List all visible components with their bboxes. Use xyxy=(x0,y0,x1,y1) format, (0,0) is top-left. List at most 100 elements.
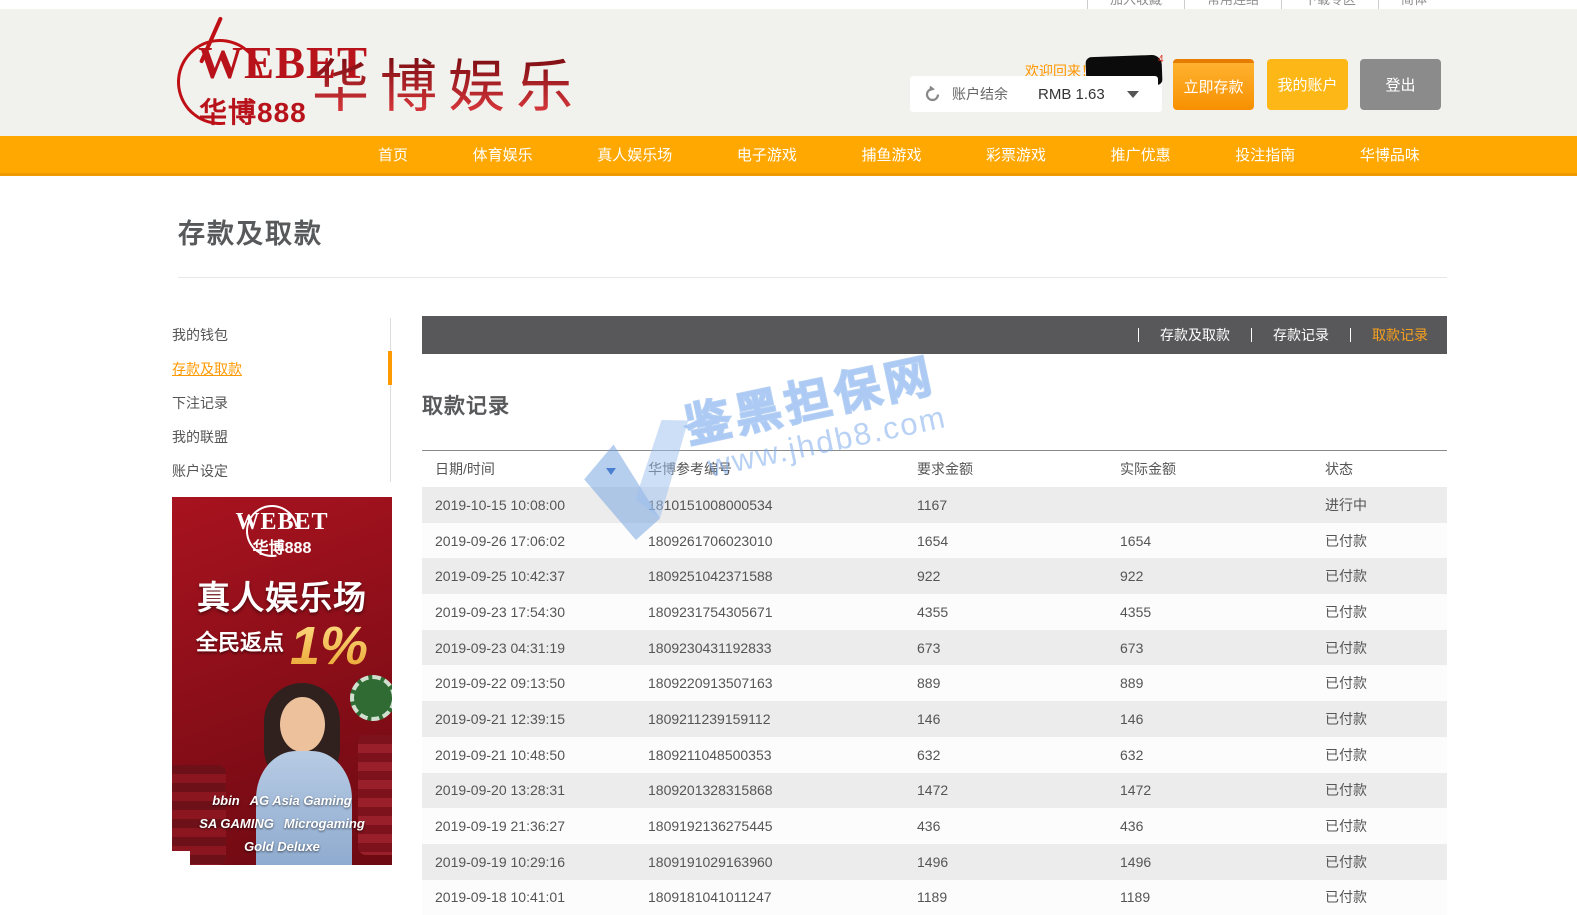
sidebar-item[interactable]: 存款及取款 xyxy=(172,352,388,386)
banner-headline: 真人娱乐场 xyxy=(172,571,392,619)
sidebar-item[interactable]: 我的钱包 xyxy=(172,318,388,352)
chip-green-image xyxy=(350,675,392,721)
nav-item[interactable]: 华博品味 xyxy=(1360,144,1420,165)
table-row: 2019-09-26 17:06:02 1809261706023010 165… xyxy=(422,523,1447,559)
balance-label: 账户结余 xyxy=(952,84,1008,104)
section-title: 取款记录 xyxy=(422,390,510,420)
cell-actual-amount: 1654 xyxy=(1120,533,1325,549)
nav-item[interactable]: 首页 xyxy=(378,144,408,165)
cell-requested-amount: 889 xyxy=(917,675,1120,691)
top-link[interactable]: 加入收藏 xyxy=(1087,0,1184,9)
cell-requested-amount: 146 xyxy=(917,711,1120,727)
cell-datetime: 2019-09-25 10:42:37 xyxy=(435,568,648,584)
account-balance-widget: 账户结余 RMB 1.63 xyxy=(910,76,1158,112)
top-links: 加入收藏常用连结下载专区简体 xyxy=(1087,0,1449,9)
top-link[interactable]: 下载专区 xyxy=(1281,0,1378,9)
records-tab[interactable]: 存款记录 xyxy=(1230,325,1329,345)
table-header-cell: 华博参考编号 xyxy=(648,459,917,479)
cell-datetime: 2019-09-20 13:28:31 xyxy=(435,782,648,798)
cell-reference: 1809181041011247 xyxy=(648,889,917,905)
cell-datetime: 2019-09-19 10:29:16 xyxy=(435,854,648,870)
promo-banner[interactable]: WEBET 华博888 真人娱乐场 全民返点1% bbinAG Asia Gam… xyxy=(172,497,392,865)
cell-actual-amount: 922 xyxy=(1120,568,1325,584)
banner-offer-percent: 1% xyxy=(290,616,368,676)
cell-status: 已付款 xyxy=(1325,780,1447,800)
sidebar-item[interactable]: 我的联盟 xyxy=(172,420,388,454)
cell-requested-amount: 673 xyxy=(917,640,1120,656)
cell-requested-amount: 1654 xyxy=(917,533,1120,549)
page: 加入收藏常用连结下载专区简体 WEBET 华博888 华博娱乐 欢迎回来！ 4 … xyxy=(0,0,1577,915)
cell-reference: 1809220913507163 xyxy=(648,675,917,691)
table-header-cell: 状态 xyxy=(1325,459,1447,479)
cell-reference: 1809192136275445 xyxy=(648,818,917,834)
logout-button[interactable]: 登出 xyxy=(1360,59,1441,110)
table-row: 2019-09-23 04:31:19 1809230431192833 673… xyxy=(422,630,1447,666)
provider-logo: Microgaming xyxy=(284,816,365,831)
my-account-button[interactable]: 我的账户 xyxy=(1267,59,1348,110)
refresh-icon[interactable] xyxy=(924,86,941,103)
nav-item[interactable]: 捕鱼游戏 xyxy=(861,144,921,165)
sidebar-item[interactable]: 账户设定 xyxy=(172,454,388,488)
nav-item[interactable]: 彩票游戏 xyxy=(986,144,1046,165)
banner-logo: WEBET 华博888 xyxy=(172,509,392,558)
nav-item[interactable]: 推广优惠 xyxy=(1111,144,1171,165)
table-row: 2019-09-21 10:48:50 1809211048500353 632… xyxy=(422,737,1447,773)
cell-requested-amount: 1472 xyxy=(917,782,1120,798)
nav-item[interactable]: 真人娱乐场 xyxy=(597,144,672,165)
cell-status: 已付款 xyxy=(1325,566,1447,586)
banner-corner-notch xyxy=(172,851,190,865)
records-tab[interactable]: 存款及取款 xyxy=(1117,325,1230,345)
nav-item[interactable]: 投注指南 xyxy=(1235,144,1295,165)
cell-status: 已付款 xyxy=(1325,887,1447,907)
account-sidebar: 我的钱包存款及取款下注记录我的联盟账户设定 xyxy=(172,318,388,488)
cell-requested-amount: 4355 xyxy=(917,604,1120,620)
cell-reference: 1809191029163960 xyxy=(648,854,917,870)
table-row: 2019-10-15 10:08:00 1810151008000534 116… xyxy=(422,487,1447,523)
table-body: 2019-10-15 10:08:00 1810151008000534 116… xyxy=(422,487,1447,915)
cell-reference: 1810151008000534 xyxy=(648,497,917,513)
deposit-now-button[interactable]: 立即存款 xyxy=(1173,59,1254,110)
cell-status: 已付款 xyxy=(1325,852,1447,872)
cell-datetime: 2019-09-19 21:36:27 xyxy=(435,818,648,834)
cell-datetime: 2019-09-18 10:41:01 xyxy=(435,889,648,905)
sidebar-divider xyxy=(390,318,391,482)
cell-datetime: 2019-09-21 12:39:15 xyxy=(435,711,648,727)
site-logo[interactable]: WEBET 华博888 华博娱乐 xyxy=(0,9,600,136)
cell-reference: 1809211239159112 xyxy=(648,711,917,727)
logo-brand-subtext: 华博888 xyxy=(199,91,307,131)
cell-status: 已付款 xyxy=(1325,638,1447,658)
site-header: WEBET 华博888 华博娱乐 欢迎回来！ 4 账户结余 RMB 1.63 立… xyxy=(0,9,1577,136)
table-header-cell: 日期/时间 xyxy=(435,459,648,479)
top-link[interactable]: 常用连结 xyxy=(1184,0,1281,9)
sidebar-item[interactable]: 下注记录 xyxy=(172,386,388,420)
table-row: 2019-09-20 13:28:31 1809201328315868 147… xyxy=(422,773,1447,809)
table-row: 2019-09-22 09:13:50 1809220913507163 889… xyxy=(422,665,1447,701)
cell-datetime: 2019-10-15 10:08:00 xyxy=(435,497,648,513)
top-utility-bar: 加入收藏常用连结下载专区简体 xyxy=(0,0,1577,9)
banner-provider-logos: bbinAG Asia GamingSA GAMINGMicrogamingGo… xyxy=(176,793,388,854)
table-row: 2019-09-18 10:41:01 1809181041011247 118… xyxy=(422,880,1447,915)
table-header-cell: 实际金额 xyxy=(1120,459,1325,479)
cell-actual-amount: 632 xyxy=(1120,747,1325,763)
table-row: 2019-09-19 10:29:16 1809191029163960 149… xyxy=(422,844,1447,880)
table-header-cell: 要求金额 xyxy=(917,459,1120,479)
records-tab[interactable]: 取款记录 xyxy=(1329,325,1428,345)
main-nav: 首页 体育娱乐 真人娱乐场 电子游戏 捕鱼游戏 彩票游戏 推广优惠 投注指南 华博品味 xyxy=(0,136,1577,176)
table-row: 2019-09-23 17:54:30 1809231754305671 435… xyxy=(422,594,1447,630)
cell-status: 已付款 xyxy=(1325,709,1447,729)
sort-descending-icon[interactable] xyxy=(606,468,616,475)
cell-requested-amount: 436 xyxy=(917,818,1120,834)
provider-logo: AG Asia Gaming xyxy=(250,793,352,808)
table-row: 2019-09-25 10:42:37 1809251042371588 922… xyxy=(422,558,1447,594)
top-link[interactable]: 简体 xyxy=(1378,0,1449,9)
nav-item[interactable]: 体育娱乐 xyxy=(473,144,533,165)
chevron-down-icon[interactable] xyxy=(1127,91,1139,98)
cell-requested-amount: 632 xyxy=(917,747,1120,763)
watermark-text: 鉴黑担保网 xyxy=(678,339,941,457)
cell-actual-amount: 1472 xyxy=(1120,782,1325,798)
nav-item[interactable]: 电子游戏 xyxy=(737,144,797,165)
cell-datetime: 2019-09-22 09:13:50 xyxy=(435,675,648,691)
banner-offer-text: 全民返点 xyxy=(196,630,284,655)
table-row: 2019-09-19 21:36:27 1809192136275445 436… xyxy=(422,808,1447,844)
cell-requested-amount: 1167 xyxy=(917,497,1120,513)
